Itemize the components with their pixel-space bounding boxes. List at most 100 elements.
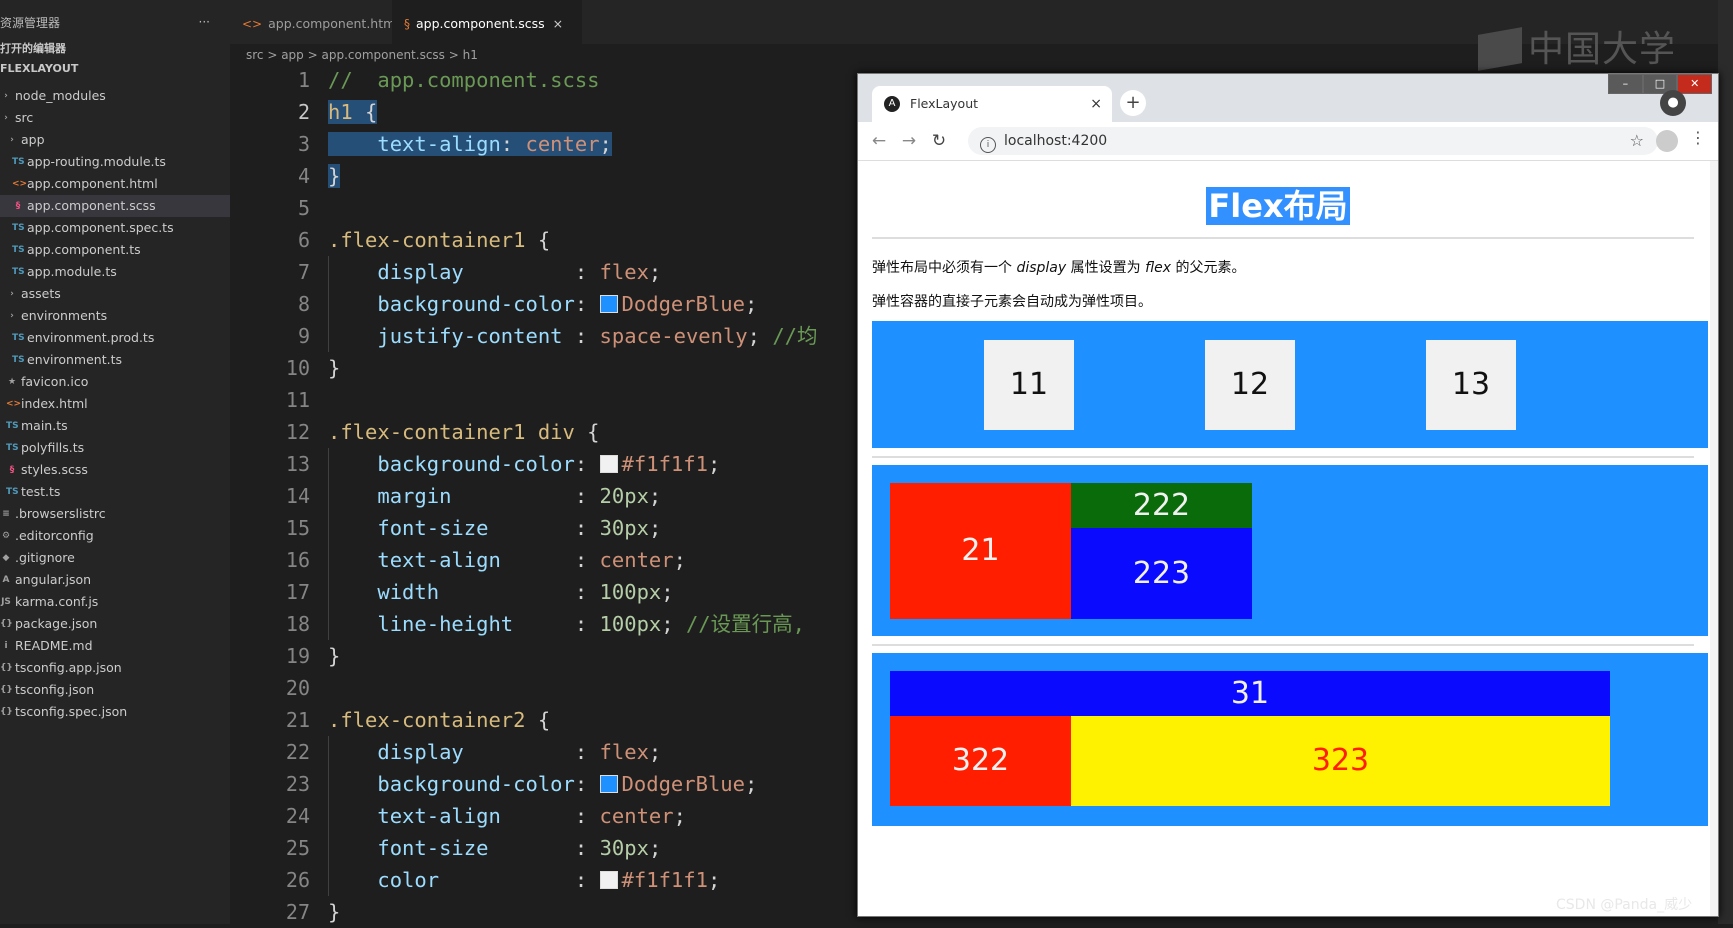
indent-guide	[328, 736, 329, 768]
browser-tab[interactable]: A FlexLayout ×	[872, 86, 1112, 122]
line-number: 13	[285, 452, 310, 476]
selection-highlight: h1 {	[328, 100, 378, 124]
forward-icon[interactable]: →	[896, 128, 922, 154]
back-icon[interactable]: ←	[866, 128, 892, 154]
indent-guide	[328, 480, 329, 512]
tree-item[interactable]: TS environment.ts	[0, 349, 230, 371]
tree-item[interactable]: › src	[0, 107, 230, 129]
line-number: 27	[285, 900, 310, 924]
code-token: line-height	[377, 612, 514, 636]
tree-item-label: test.ts	[21, 484, 61, 499]
chevron-right-icon: ›	[4, 91, 8, 101]
tree-item[interactable]: TS main.ts	[0, 415, 230, 437]
address-bar[interactable]: i localhost:4200 ☆	[968, 127, 1658, 155]
indent-guide	[328, 448, 329, 480]
tree-item[interactable]: TS app.module.ts	[0, 261, 230, 283]
project-section[interactable]: FLEXLAYOUT	[0, 58, 78, 80]
code-token: ;	[661, 612, 686, 636]
tree-item[interactable]: ◆ .gitignore	[0, 547, 230, 569]
color-swatch-icon[interactable]	[599, 871, 618, 889]
line-number: 15	[285, 516, 310, 540]
tree-item[interactable]: Aangular.json	[0, 569, 230, 591]
code-token: :	[500, 132, 526, 156]
tree-item[interactable]: TS app.component.spec.ts	[0, 217, 230, 239]
tree-item[interactable]: {} package.json	[0, 613, 230, 635]
page-scrollbar[interactable]	[1710, 161, 1718, 916]
tree-item[interactable]: § styles.scss	[0, 459, 230, 481]
file-icon: §	[15, 201, 21, 211]
tree-item[interactable]: ⚙ .editorconfig	[0, 525, 230, 547]
minimize-button[interactable]: –	[1608, 74, 1643, 94]
bookmark-star-icon[interactable]: ☆	[1630, 127, 1644, 155]
code-token: background-color	[377, 292, 575, 316]
code-token: h1	[328, 100, 353, 124]
reload-icon[interactable]: ↻	[926, 128, 952, 154]
tree-item-label: .editorconfig	[15, 528, 94, 543]
line-number: 20	[285, 676, 310, 700]
code-token: 30px	[599, 516, 649, 540]
tree-item-label: main.ts	[21, 418, 68, 433]
file-icon: ⚙	[1, 531, 11, 541]
tree-item[interactable]: TS app-routing.module.ts	[0, 151, 230, 173]
tree-item[interactable]: § app.component.scss	[0, 195, 230, 217]
color-swatch-icon[interactable]	[599, 455, 618, 473]
color-swatch-icon[interactable]	[599, 775, 618, 793]
line-number: 17	[285, 580, 310, 604]
close-window-button[interactable]: ✕	[1677, 74, 1713, 94]
selection-highlight: text-align: center;	[328, 132, 612, 156]
chevron-right-icon: ›	[10, 311, 14, 321]
tree-item[interactable]: TS environment.prod.ts	[0, 327, 230, 349]
tree-item[interactable]: i README.md	[0, 635, 230, 657]
close-icon[interactable]: ×	[553, 16, 563, 31]
code-token: }	[328, 900, 341, 924]
tree-item[interactable]: › node_modules	[0, 85, 230, 107]
code-token: #f1f1f1	[621, 452, 708, 476]
more-actions-icon[interactable]: ···	[199, 15, 210, 29]
tree-item[interactable]: ≡ .browserslistrc	[0, 503, 230, 525]
file-icon: {}	[0, 707, 13, 717]
line-number: 11	[285, 388, 310, 412]
tree-item[interactable]: TS app.component.ts	[0, 239, 230, 261]
tree-item[interactable]: <> app.component.html	[0, 173, 230, 195]
tree-item[interactable]: {} tsconfig.app.json	[0, 657, 230, 679]
code-editor[interactable]: // app.component.scss h1 { text-align: ce…	[328, 64, 888, 928]
indent-guide	[328, 512, 329, 544]
code-line: background-color: #f1f1f1;	[328, 448, 888, 480]
file-icon: ★	[7, 377, 17, 387]
media-control-icon[interactable]: ●	[1660, 90, 1686, 116]
tab-label: app.component.html	[268, 16, 399, 31]
line-number: 8	[297, 292, 310, 316]
code-token: :	[513, 612, 600, 636]
tree-item[interactable]: › assets	[0, 283, 230, 305]
code-token: {	[574, 420, 600, 444]
new-tab-button[interactable]: +	[1120, 90, 1146, 116]
tree-item[interactable]: <> index.html	[0, 393, 230, 415]
url-text: localhost:4200	[1004, 133, 1108, 149]
browser-menu-icon[interactable]: ⋮	[1690, 128, 1706, 147]
tab-label: app.component.scss	[416, 16, 545, 31]
indent-guide	[328, 544, 329, 576]
profile-avatar-icon[interactable]	[1656, 130, 1678, 152]
indent-guide	[328, 864, 329, 896]
tab-app-component-scss[interactable]: § app.component.scss ×	[392, 0, 582, 44]
color-swatch-icon[interactable]	[599, 295, 618, 313]
site-info-icon[interactable]: i	[980, 137, 996, 153]
tree-item[interactable]: {} tsconfig.spec.json	[0, 701, 230, 723]
code-token: }	[328, 644, 341, 668]
code-token: DodgerBlue	[621, 772, 745, 796]
code-token: ;	[661, 580, 674, 604]
tree-item[interactable]: › app	[0, 129, 230, 151]
tree-item[interactable]: {} tsconfig.json	[0, 679, 230, 701]
tab-app-component-html[interactable]: <> app.component.html	[230, 0, 404, 44]
tree-item[interactable]: › environments	[0, 305, 230, 327]
tree-item[interactable]: ★ favicon.ico	[0, 371, 230, 393]
open-editors-section[interactable]: 打开的编辑器	[0, 38, 66, 60]
tab-close-icon[interactable]: ×	[1090, 86, 1102, 122]
tree-item[interactable]: JS karma.conf.js	[0, 591, 230, 613]
tree-item[interactable]: TS polyfills.ts	[0, 437, 230, 459]
breadcrumb[interactable]: src > app > app.component.scss > h1	[246, 44, 478, 66]
tree-item[interactable]: TS test.ts	[0, 481, 230, 503]
